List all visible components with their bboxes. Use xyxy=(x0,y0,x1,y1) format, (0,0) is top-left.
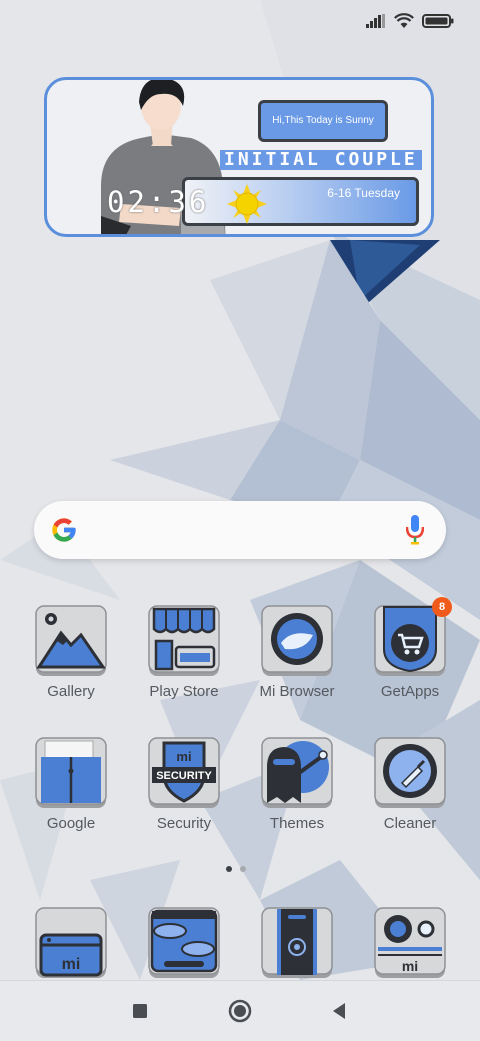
widget-title: INITIAL COUPLE xyxy=(220,150,422,170)
couple-widget[interactable]: Hi,This Today is Sunny INITIAL COUPLE 6-… xyxy=(44,77,434,237)
signal-icon xyxy=(366,14,385,28)
dock-app-chrome[interactable] xyxy=(247,907,347,979)
mi-browser-window-icon: mi xyxy=(35,907,107,978)
wifi-icon xyxy=(394,13,414,28)
page-dot[interactable] xyxy=(240,866,246,872)
home-button[interactable] xyxy=(226,997,254,1025)
greeting-box: Hi,This Today is Sunny xyxy=(258,100,388,142)
play-store-icon xyxy=(148,605,220,676)
cleaner-broom-icon xyxy=(374,737,446,808)
recents-button[interactable] xyxy=(126,997,154,1025)
page-dot-active xyxy=(226,866,232,872)
svg-text:mi: mi xyxy=(62,956,81,973)
app-label: Gallery xyxy=(47,683,95,700)
page-indicator xyxy=(226,866,246,872)
dock-app-camera[interactable]: mi xyxy=(360,907,460,979)
back-button[interactable] xyxy=(326,997,354,1025)
app-security[interactable]: SECURITY mi Security xyxy=(134,737,234,832)
security-shield-icon: SECURITY mi xyxy=(148,737,220,808)
google-logo-icon xyxy=(52,518,76,542)
svg-text:mi: mi xyxy=(402,958,418,974)
app-label: Themes xyxy=(269,815,325,832)
sun-icon xyxy=(227,184,267,224)
app-label: Security xyxy=(156,815,212,832)
google-search-bar[interactable] xyxy=(34,501,446,559)
dock-app-browser[interactable]: mi xyxy=(21,907,121,979)
status-bar xyxy=(366,8,454,34)
navigation-bar xyxy=(0,980,480,1041)
chrome-phone-icon xyxy=(261,907,333,978)
clock-time: 02:36 xyxy=(107,185,210,219)
app-mi-browser[interactable]: Mi Browser xyxy=(247,605,347,700)
notification-badge: 8 xyxy=(432,597,452,617)
app-label: Cleaner xyxy=(383,815,437,832)
messaging-icon xyxy=(148,907,220,978)
gallery-icon xyxy=(35,605,107,676)
themes-icon xyxy=(261,737,333,808)
getapps-icon xyxy=(374,605,446,676)
dock-app-messaging[interactable] xyxy=(134,907,234,979)
svg-text:mi: mi xyxy=(176,749,191,764)
battery-icon xyxy=(422,14,454,28)
mi-camera-icon: mi xyxy=(374,907,446,978)
svg-text:SECURITY: SECURITY xyxy=(156,770,212,782)
app-google[interactable]: Google xyxy=(21,737,121,832)
app-label: Google xyxy=(46,815,96,832)
mic-icon[interactable] xyxy=(406,515,424,545)
app-label: Play Store xyxy=(149,683,219,700)
dock: mi mi xyxy=(0,905,480,985)
app-gallery[interactable]: Gallery xyxy=(21,605,121,700)
app-themes[interactable]: Themes xyxy=(247,737,347,832)
app-getapps[interactable]: 8 GetApps xyxy=(360,597,460,700)
app-label: Mi Browser xyxy=(259,683,335,700)
app-play-store[interactable]: Play Store xyxy=(134,605,234,700)
mi-browser-icon xyxy=(261,605,333,676)
google-folder-icon xyxy=(35,737,107,808)
date-label: 6-16 Tuesday xyxy=(327,186,400,200)
app-cleaner[interactable]: Cleaner xyxy=(360,737,460,832)
app-label: GetApps xyxy=(380,683,440,700)
date-bar: 6-16 Tuesday xyxy=(182,177,419,226)
